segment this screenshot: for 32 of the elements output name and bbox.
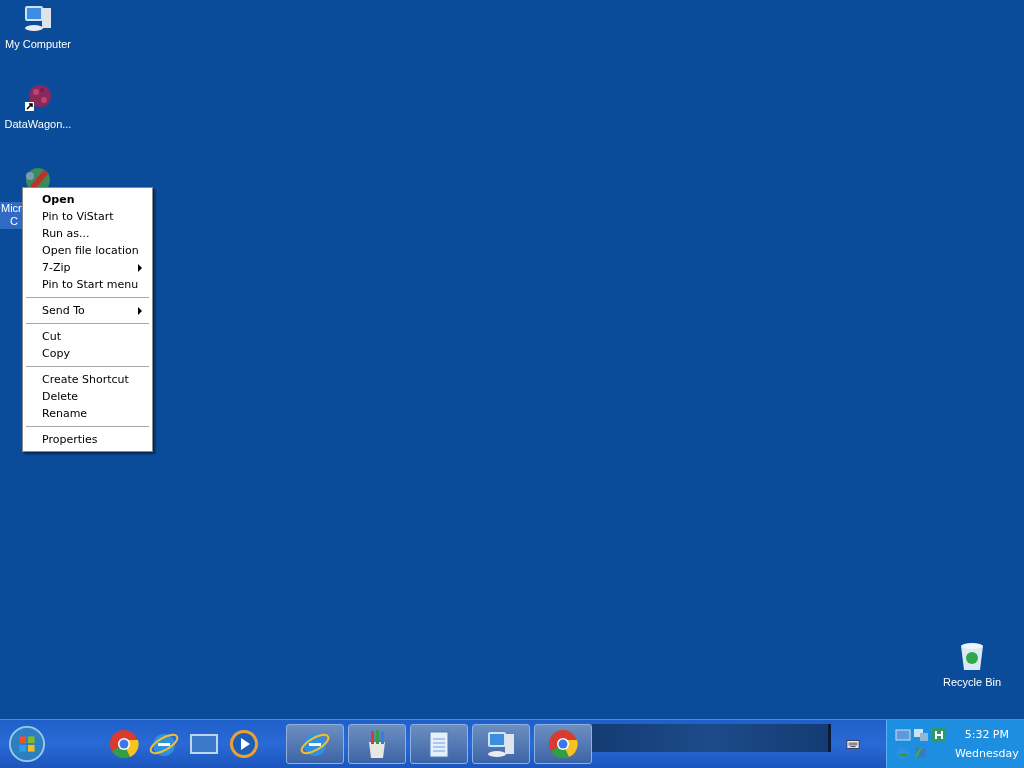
clock-day[interactable]: Wednesday xyxy=(955,747,1019,760)
menu-item[interactable]: Delete xyxy=(25,388,150,405)
chrome-icon[interactable] xyxy=(108,728,140,760)
menu-item[interactable]: Open file location xyxy=(25,242,150,259)
menu-item[interactable]: Rename xyxy=(25,405,150,422)
menu-item[interactable]: Pin to Start menu xyxy=(25,276,150,293)
menu-item[interactable]: Pin to ViStart xyxy=(25,208,150,225)
menu-item[interactable]: Create Shortcut xyxy=(25,371,150,388)
taskbar-button[interactable] xyxy=(286,724,344,764)
menu-item[interactable]: Properties xyxy=(25,431,150,448)
keyboard-icon[interactable] xyxy=(846,738,860,750)
start-button[interactable] xyxy=(8,725,46,763)
taskbar-button[interactable] xyxy=(410,724,468,764)
menu-item[interactable]: Run as... xyxy=(25,225,150,242)
menu-item[interactable]: Send To xyxy=(25,302,150,319)
h-app-icon[interactable] xyxy=(931,727,947,743)
clock-time[interactable]: 5:32 PM xyxy=(964,728,1009,741)
menu-item[interactable]: Copy xyxy=(25,345,150,362)
icon-label: Micr xyxy=(1,202,22,215)
taskbar-button[interactable] xyxy=(534,724,592,764)
taskbar-button[interactable] xyxy=(472,724,530,764)
icon-label: My Computer xyxy=(5,38,71,51)
menu-item[interactable]: Open xyxy=(25,191,150,208)
icon-label: C xyxy=(9,215,18,228)
taskbar-button[interactable] xyxy=(348,724,406,764)
menu-item[interactable]: 7-Zip xyxy=(25,259,150,276)
icon-label: DataWagon... xyxy=(4,118,72,131)
network-icon[interactable] xyxy=(22,82,54,114)
media-player-icon[interactable] xyxy=(228,728,260,760)
menu-item[interactable]: Cut xyxy=(25,328,150,345)
chrome-icon xyxy=(547,728,579,760)
icon-label: Recycle Bin xyxy=(942,676,1002,689)
